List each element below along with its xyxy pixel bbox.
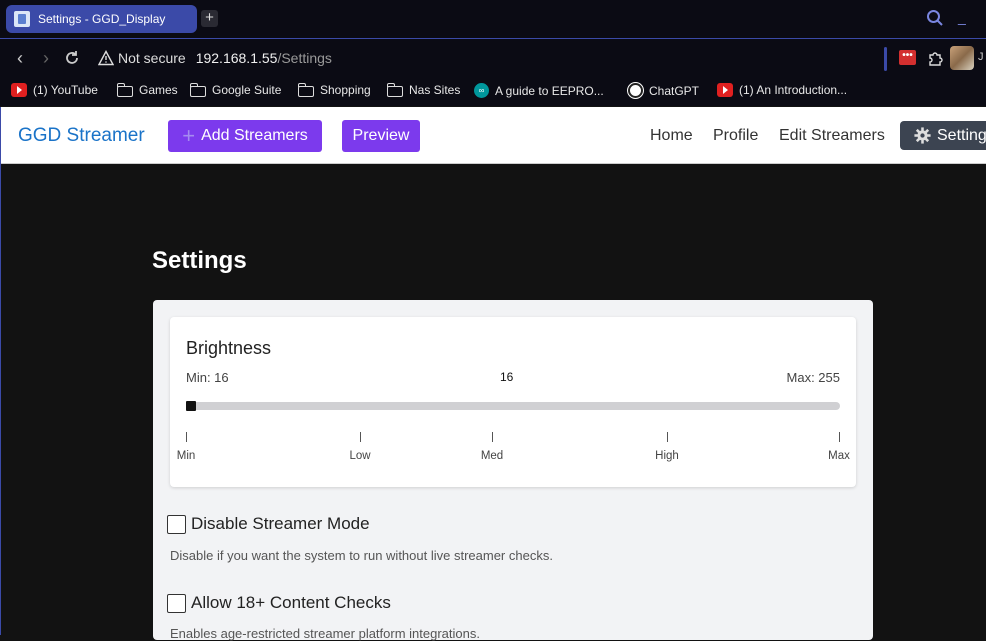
bookmark-shopping[interactable]: Shopping bbox=[297, 82, 371, 97]
tick-label-med: Med bbox=[480, 450, 504, 462]
allow-18-content-description: Enables age-restricted streamer platform… bbox=[170, 626, 480, 641]
allow-18-content-label[interactable]: Allow 18+ Content Checks bbox=[191, 593, 391, 613]
tab-search-icon[interactable] bbox=[926, 9, 944, 27]
preview-label: Preview bbox=[352, 127, 410, 144]
bookmark-label: Google Suite bbox=[212, 83, 282, 97]
folder-icon bbox=[297, 82, 314, 97]
folder-icon bbox=[189, 82, 206, 97]
bookmark-label: Nas Sites bbox=[409, 83, 461, 97]
tab-title: Settings - GGD_Display bbox=[38, 12, 166, 26]
brightness-current-value: 16 bbox=[500, 370, 514, 384]
tick-label-max: Max bbox=[828, 450, 850, 462]
brightness-max-label: Max: 255 bbox=[786, 370, 840, 385]
brightness-card: Brightness Min: 16 16 Max: 255 Min Low M… bbox=[170, 317, 856, 487]
bookmark-chatgpt[interactable]: ChatGPT bbox=[628, 83, 699, 98]
not-secure-label: Not secure bbox=[118, 50, 186, 66]
back-icon[interactable]: ‹ bbox=[10, 48, 30, 68]
bookmark-label: A guide to EEPRO... bbox=[495, 83, 604, 98]
disable-streamer-mode-checkbox[interactable] bbox=[167, 514, 186, 534]
nav-edit-streamers[interactable]: Edit Streamers bbox=[779, 127, 885, 145]
gear-icon bbox=[914, 127, 931, 144]
tick-mark bbox=[360, 432, 361, 442]
settings-label: Settings bbox=[937, 126, 986, 144]
bookmark-label: ChatGPT bbox=[649, 83, 700, 98]
url-host: 192.168.1.55 bbox=[195, 50, 278, 66]
new-tab-button[interactable]: + bbox=[201, 10, 218, 27]
folder-icon bbox=[116, 82, 133, 97]
bookmark-nas-sites[interactable]: Nas Sites bbox=[386, 82, 461, 97]
brightness-title: Brightness bbox=[186, 338, 272, 358]
nav-settings-button[interactable]: Settings bbox=[900, 121, 986, 150]
chatgpt-icon bbox=[628, 83, 643, 98]
tick-label-min: Min bbox=[176, 450, 196, 462]
page-title: Settings bbox=[152, 247, 247, 274]
allow-18-content-option[interactable]: Allow 18+ Content Checks bbox=[167, 593, 391, 613]
extensions-puzzle-icon[interactable] bbox=[927, 49, 945, 67]
bookmark-introduction[interactable]: (1) An Introduction... bbox=[717, 83, 847, 97]
disable-streamer-mode-option[interactable]: Disable Streamer Mode bbox=[167, 514, 370, 534]
brightness-slider-thumb[interactable] bbox=[186, 401, 196, 411]
nav-profile[interactable]: Profile bbox=[713, 127, 758, 145]
bookmark-label: (1) An Introduction... bbox=[739, 83, 848, 97]
bookmark-games[interactable]: Games bbox=[116, 82, 178, 97]
bookmark-label: Games bbox=[139, 83, 178, 97]
tick-mark bbox=[839, 432, 840, 442]
brightness-min-label: Min: 16 bbox=[186, 370, 229, 385]
youtube-icon bbox=[717, 83, 733, 97]
profile-more-icon[interactable]: J bbox=[978, 51, 984, 63]
brand-link[interactable]: GGD Streamer bbox=[18, 125, 145, 147]
address-bar[interactable]: Not secure 192.168.1.55/Settings bbox=[98, 47, 332, 69]
allow-18-content-checkbox[interactable] bbox=[167, 593, 186, 613]
nav-home[interactable]: Home bbox=[650, 127, 693, 145]
reload-icon[interactable] bbox=[64, 50, 80, 66]
youtube-icon bbox=[11, 83, 27, 97]
password-extension-icon[interactable]: ••• bbox=[899, 50, 916, 65]
plus-icon: + bbox=[182, 123, 196, 148]
bookmark-label: Shopping bbox=[320, 83, 371, 97]
folder-icon bbox=[386, 82, 403, 97]
site-navbar: GGD Streamer + Add Streamers Preview Hom… bbox=[1, 107, 986, 164]
disable-streamer-mode-label[interactable]: Disable Streamer Mode bbox=[191, 514, 370, 534]
forward-icon[interactable]: › bbox=[36, 48, 56, 68]
browser-toolbar: ‹ › Not secure 192.168.1.55/Settings •••… bbox=[0, 38, 986, 76]
browser-tab-active[interactable]: Settings - GGD_Display bbox=[6, 5, 197, 33]
minimize-icon[interactable]: _ bbox=[958, 9, 972, 27]
settings-panel: Brightness Min: 16 16 Max: 255 Min Low M… bbox=[153, 300, 873, 641]
add-streamers-button[interactable]: + Add Streamers bbox=[168, 120, 322, 152]
tick-mark bbox=[492, 432, 493, 442]
warning-icon[interactable] bbox=[98, 50, 114, 66]
add-streamers-label: Add Streamers bbox=[201, 127, 308, 144]
toolbar-divider bbox=[884, 47, 887, 71]
bookmark-label: (1) YouTube bbox=[33, 83, 98, 97]
tick-mark bbox=[667, 432, 668, 442]
profile-avatar[interactable] bbox=[950, 46, 974, 70]
web-page: GGD Streamer + Add Streamers Preview Hom… bbox=[0, 107, 986, 641]
arduino-icon: ∞ bbox=[474, 83, 489, 98]
bookmarks-bar: (1) YouTube Games Google Suite Shopping … bbox=[0, 76, 986, 106]
page-favicon-icon bbox=[14, 11, 30, 27]
brightness-slider[interactable] bbox=[186, 401, 840, 411]
browser-tab-strip: Settings - GGD_Display + _ bbox=[0, 0, 986, 38]
tick-label-low: Low bbox=[349, 450, 371, 462]
tick-mark bbox=[186, 432, 187, 442]
preview-button[interactable]: Preview bbox=[342, 120, 420, 152]
tick-label-high: High bbox=[655, 450, 679, 462]
bookmark-google-suite[interactable]: Google Suite bbox=[189, 82, 282, 97]
bookmark-eeprom-guide[interactable]: ∞ A guide to EEPRO... bbox=[474, 83, 604, 98]
url-path: /Settings bbox=[277, 50, 332, 66]
disable-streamer-mode-description: Disable if you want the system to run wi… bbox=[170, 548, 553, 563]
bookmark-youtube[interactable]: (1) YouTube bbox=[11, 83, 98, 97]
